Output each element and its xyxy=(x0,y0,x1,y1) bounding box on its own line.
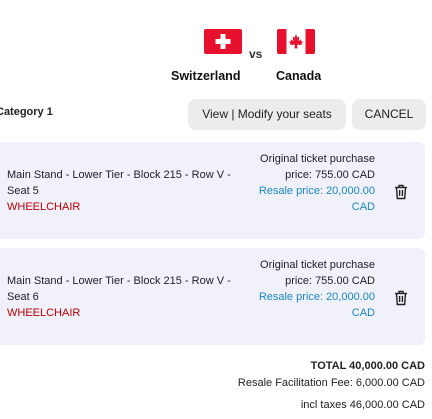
view-modify-seats-button[interactable]: View | Modify your seats xyxy=(188,99,346,130)
resale-price: Resale price: 20,000.00 CAD xyxy=(258,291,375,319)
seat-description: Main Stand - Lower Tier - Block 215 - Ro… xyxy=(7,273,252,321)
home-team-name: Switzerland xyxy=(171,69,241,83)
swiss-flag-icon xyxy=(204,29,242,54)
ticket-card: Main Stand - Lower Tier - Block 215 - Ro… xyxy=(0,248,425,345)
cancel-button[interactable]: CANCEL xyxy=(352,99,426,130)
away-team-name: Canada xyxy=(276,69,322,83)
versus-label: vs xyxy=(249,47,263,61)
resale-price: Resale price: 20,000.00 CAD xyxy=(258,185,375,213)
total-amount: TOTAL 40,000.00 CAD xyxy=(310,360,425,372)
seat-label: Main Stand - Lower Tier - Block 215 - Ro… xyxy=(7,275,231,303)
seat-description: Main Stand - Lower Tier - Block 215 - Ro… xyxy=(7,167,252,215)
ticket-prices: Original ticket purchase price: 755.00 C… xyxy=(245,257,375,321)
trash-icon[interactable] xyxy=(394,290,408,306)
ticket-card: Main Stand - Lower Tier - Block 215 - Ro… xyxy=(0,142,425,239)
wheelchair-tag: WHEELCHAIR xyxy=(7,307,81,319)
resale-fee: Resale Facilitation Fee: 6,000.00 CAD xyxy=(237,377,425,389)
total-incl-taxes: incl taxes 46,000.00 CAD xyxy=(300,399,425,411)
canadian-flag-icon xyxy=(277,29,315,54)
wheelchair-tag: WHEELCHAIR xyxy=(7,201,81,213)
seat-label: Main Stand - Lower Tier - Block 215 - Ro… xyxy=(7,169,231,197)
original-price: Original ticket purchase price: 755.00 C… xyxy=(260,259,375,287)
category-title: Category 1 xyxy=(0,106,53,118)
original-price: Original ticket purchase price: 755.00 C… xyxy=(260,153,375,181)
trash-icon[interactable] xyxy=(394,184,408,200)
ticket-prices: Original ticket purchase price: 755.00 C… xyxy=(245,151,375,215)
